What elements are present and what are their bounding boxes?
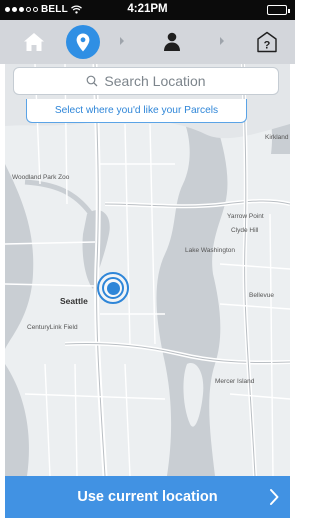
search-icon — [87, 75, 98, 87]
chevron-right-icon — [220, 37, 224, 45]
chevron-right-icon — [270, 489, 279, 505]
battery-icon — [267, 5, 290, 15]
use-current-location-label: Use current location — [77, 489, 218, 505]
map-label-mercer-island: Mercer Island — [215, 378, 255, 385]
map-view[interactable]: Kirkland Woodland Park Zoo Yarrow Point … — [5, 64, 290, 476]
step-home[interactable] — [14, 20, 54, 64]
step-user[interactable] — [152, 20, 192, 64]
phone-screen: BELL 4:21PM ? Kirkland Woodland Park Zoo… — [0, 0, 295, 518]
status-bar: BELL 4:21PM — [0, 0, 295, 20]
home-icon — [24, 33, 44, 51]
map-label-woodland-park-zoo: Woodland Park Zoo — [12, 174, 70, 181]
map-label-lake-washington: Lake Washington — [185, 247, 235, 254]
use-current-location-button[interactable]: Use current location — [5, 476, 290, 518]
chevron-right-icon — [120, 37, 124, 45]
search-input[interactable]: Search Location — [13, 67, 279, 95]
map-graphic — [5, 64, 290, 476]
search-placeholder: Search Location — [104, 73, 206, 89]
user-icon — [164, 32, 180, 51]
help-icon: ? — [257, 31, 277, 53]
step-navigation: ? — [0, 20, 295, 84]
map-label-centurylink-field: CenturyLink Field — [27, 324, 78, 331]
map-label-yarrow-point: Yarrow Point — [227, 213, 264, 220]
location-pin-icon — [76, 33, 90, 51]
map-label-kirkland: Kirkland — [265, 134, 289, 141]
instruction-banner: Select where you'd like your Parcels — [26, 99, 247, 123]
step-location[interactable] — [63, 20, 103, 64]
location-marker-dot — [106, 281, 120, 295]
map-label-seattle: Seattle — [60, 296, 88, 306]
location-marker-ring — [102, 277, 124, 299]
instruction-text: Select where you'd like your Parcels — [54, 105, 219, 116]
map-label-clyde-hill: Clyde Hill — [231, 227, 259, 234]
status-time: 4:21PM — [127, 3, 168, 15]
step-help[interactable]: ? — [247, 20, 287, 64]
current-location-marker[interactable] — [97, 272, 129, 304]
map-label-bellevue: Bellevue — [249, 292, 274, 299]
active-step-indicator — [66, 25, 100, 59]
svg-text:?: ? — [264, 40, 271, 52]
